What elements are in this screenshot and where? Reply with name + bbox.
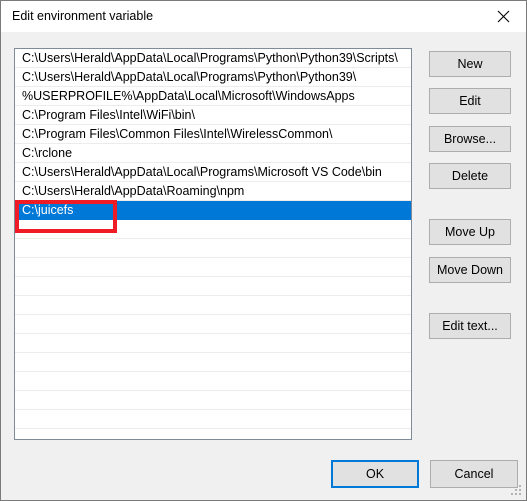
window-title: Edit environment variable	[12, 9, 154, 23]
list-item[interactable]: C:\Users\Herald\AppData\Roaming\npm	[15, 182, 411, 201]
list-item[interactable]: C:\Users\Herald\AppData\Local\Programs\M…	[15, 163, 411, 182]
list-item-empty[interactable]	[15, 353, 411, 372]
list-item-empty[interactable]	[15, 220, 411, 239]
edit-text-button[interactable]: Edit text...	[429, 313, 511, 339]
path-list[interactable]: C:\Users\Herald\AppData\Local\Programs\P…	[14, 48, 412, 440]
delete-button[interactable]: Delete	[429, 163, 511, 189]
list-item-empty[interactable]	[15, 258, 411, 277]
resize-grip-icon[interactable]	[511, 485, 523, 497]
list-item-empty[interactable]	[15, 296, 411, 315]
list-item[interactable]: C:\Program Files\Common Files\Intel\Wire…	[15, 125, 411, 144]
list-item-empty[interactable]	[15, 277, 411, 296]
list-item-empty[interactable]	[15, 410, 411, 429]
list-item-empty[interactable]	[15, 334, 411, 353]
list-item[interactable]: C:\Program Files\Intel\WiFi\bin\	[15, 106, 411, 125]
list-item[interactable]: C:\juicefs	[15, 201, 411, 220]
cancel-button[interactable]: Cancel	[430, 460, 518, 488]
browse-button[interactable]: Browse...	[429, 126, 511, 152]
list-item[interactable]: %USERPROFILE%\AppData\Local\Microsoft\Wi…	[15, 87, 411, 106]
list-item[interactable]: C:\rclone	[15, 144, 411, 163]
list-item[interactable]: C:\Users\Herald\AppData\Local\Programs\P…	[15, 49, 411, 68]
list-item[interactable]: C:\Users\Herald\AppData\Local\Programs\P…	[15, 68, 411, 87]
title-bar: Edit environment variable	[1, 1, 526, 32]
edit-button[interactable]: Edit	[429, 88, 511, 114]
list-item-empty[interactable]	[15, 372, 411, 391]
move-up-button[interactable]: Move Up	[429, 219, 511, 245]
move-down-button[interactable]: Move Down	[429, 257, 511, 283]
close-icon[interactable]	[481, 1, 526, 31]
edit-environment-variable-dialog: Edit environment variable C:\Users\Heral…	[0, 0, 527, 501]
list-item-empty[interactable]	[15, 239, 411, 258]
ok-button[interactable]: OK	[331, 460, 419, 488]
list-item-empty[interactable]	[15, 391, 411, 410]
list-item-empty[interactable]	[15, 315, 411, 334]
new-button[interactable]: New	[429, 51, 511, 77]
